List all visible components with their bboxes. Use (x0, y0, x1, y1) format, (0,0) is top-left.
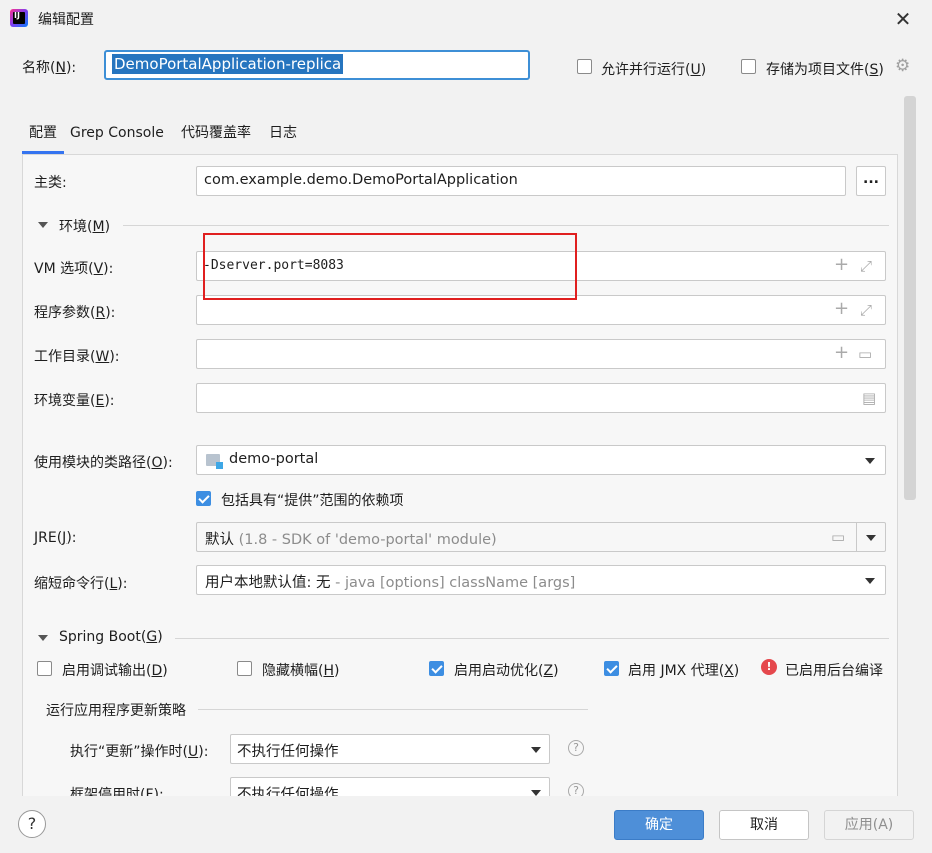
divider (175, 638, 889, 639)
allow-parallel-label[interactable]: 允许并行运行(U) (601, 59, 706, 79)
cancel-button[interactable]: 取消 (719, 810, 809, 840)
scrollbar[interactable] (904, 96, 916, 500)
name-input[interactable]: DemoPortalApplication-replica (104, 50, 530, 80)
on-frame-deactivate-select[interactable]: 不执行任何操作 (230, 777, 550, 796)
main-class-label: 主类: (34, 175, 67, 191)
tab-log[interactable]: 日志 (269, 118, 297, 154)
main-class-value: com.example.demo.DemoPortalApplication (204, 172, 518, 188)
program-args-label: 程序参数(R): (34, 305, 116, 321)
include-provided-checkbox[interactable] (196, 491, 211, 506)
update-policy-title: 运行应用程序更新策略 (46, 703, 186, 719)
browse-main-class-button[interactable]: ... (856, 166, 886, 196)
intellij-logo-icon: IJ (10, 9, 28, 27)
launch-optimization-checkbox[interactable] (429, 661, 444, 676)
help-icon[interactable]: ? (568, 740, 584, 756)
store-as-project-file-label[interactable]: 存储为项目文件(S) (766, 59, 884, 79)
launch-optimization-label[interactable]: 启用启动优化(Z) (454, 660, 559, 680)
chevron-down-icon (865, 458, 875, 464)
tab-bar: 配置 Grep Console 代码覆盖率 日志 (22, 118, 322, 154)
document-icon[interactable]: ▤ (862, 390, 876, 406)
plus-icon[interactable]: + (834, 256, 849, 274)
close-icon: ✕ (894, 7, 912, 31)
plus-icon[interactable]: + (834, 300, 849, 318)
working-dir-label: 工作目录(W): (34, 349, 120, 365)
on-update-select[interactable]: 不执行任何操作 (230, 734, 550, 764)
module-classpath-label: 使用模块的类路径(O): (34, 455, 173, 471)
help-button[interactable]: ? (18, 810, 46, 838)
chevron-down-icon[interactable] (866, 535, 876, 541)
title-bar: IJ 编辑配置 ✕ (0, 0, 932, 38)
jmx-agent-label[interactable]: 启用 JMX 代理(X) (628, 660, 739, 680)
ok-button[interactable]: 确定 (614, 810, 704, 840)
folder-icon[interactable]: ▭ (858, 346, 872, 362)
folder-icon[interactable]: ▭ (831, 529, 845, 545)
spring-boot-section-title[interactable]: Spring Boot(G) (59, 629, 163, 645)
env-vars-input[interactable]: ▤ (196, 383, 886, 413)
gear-icon[interactable]: ⚙ (895, 57, 913, 75)
debug-output-label[interactable]: 启用调试输出(D) (62, 660, 168, 680)
module-folder-icon (206, 454, 223, 469)
store-as-project-file-checkbox[interactable] (741, 59, 756, 74)
vm-options-label: VM 选项(V): (34, 261, 114, 277)
divider (198, 709, 588, 710)
env-vars-label: 环境变量(E): (34, 393, 115, 409)
plus-icon[interactable]: + (834, 344, 849, 362)
module-classpath-select[interactable]: demo-portal (196, 445, 886, 475)
help-icon[interactable]: ? (568, 783, 584, 796)
chevron-down-icon (531, 747, 541, 753)
expand-icon[interactable]: ⤢ (860, 258, 872, 274)
hide-banner-label[interactable]: 隐藏横幅(H) (262, 660, 339, 680)
close-button[interactable]: ✕ (887, 4, 919, 34)
jmx-agent-checkbox[interactable] (604, 661, 619, 676)
environment-collapse-icon[interactable] (38, 222, 48, 228)
name-input-value: DemoPortalApplication-replica (112, 54, 344, 74)
on-update-label: 执行“更新”操作时(U): (70, 744, 209, 760)
apply-button[interactable]: 应用(A) (824, 810, 914, 840)
allow-parallel-checkbox[interactable] (577, 59, 592, 74)
include-provided-label[interactable]: 包括具有“提供”范围的依赖项 (221, 490, 404, 510)
expand-icon[interactable]: ⤢ (860, 302, 872, 318)
main-class-input[interactable]: com.example.demo.DemoPortalApplication (196, 166, 846, 196)
jre-label: JRE(J): (34, 530, 77, 546)
spring-boot-collapse-icon[interactable] (38, 635, 48, 641)
name-label: 名称(N): (22, 60, 77, 76)
on-frame-deactivate-label: 框架停用时(F): (70, 787, 164, 796)
shorten-cmd-label: 缩短命令行(L): (34, 576, 128, 592)
tab-config[interactable]: 配置 (22, 118, 64, 154)
working-dir-input[interactable]: + ▭ (196, 339, 886, 369)
environment-section-title[interactable]: 环境(M) (59, 216, 110, 236)
shorten-cmd-select[interactable]: 用户本地默认值: 无 - java [options] className [a… (196, 565, 886, 595)
tab-code-coverage[interactable]: 代码覆盖率 (181, 118, 251, 154)
hide-banner-checkbox[interactable] (237, 661, 252, 676)
jre-select[interactable]: 默认 (1.8 - SDK of 'demo-portal' module) ▭ (196, 522, 886, 552)
error-icon: ! (761, 659, 777, 675)
chevron-down-icon (865, 578, 875, 584)
highlight-annotation-box (203, 233, 577, 300)
tab-grep-console[interactable]: Grep Console (70, 118, 164, 154)
divider (123, 225, 889, 226)
debug-output-checkbox[interactable] (37, 661, 52, 676)
window-title: 编辑配置 (38, 12, 94, 28)
background-compile-label: 已启用后台编译 (785, 663, 883, 679)
